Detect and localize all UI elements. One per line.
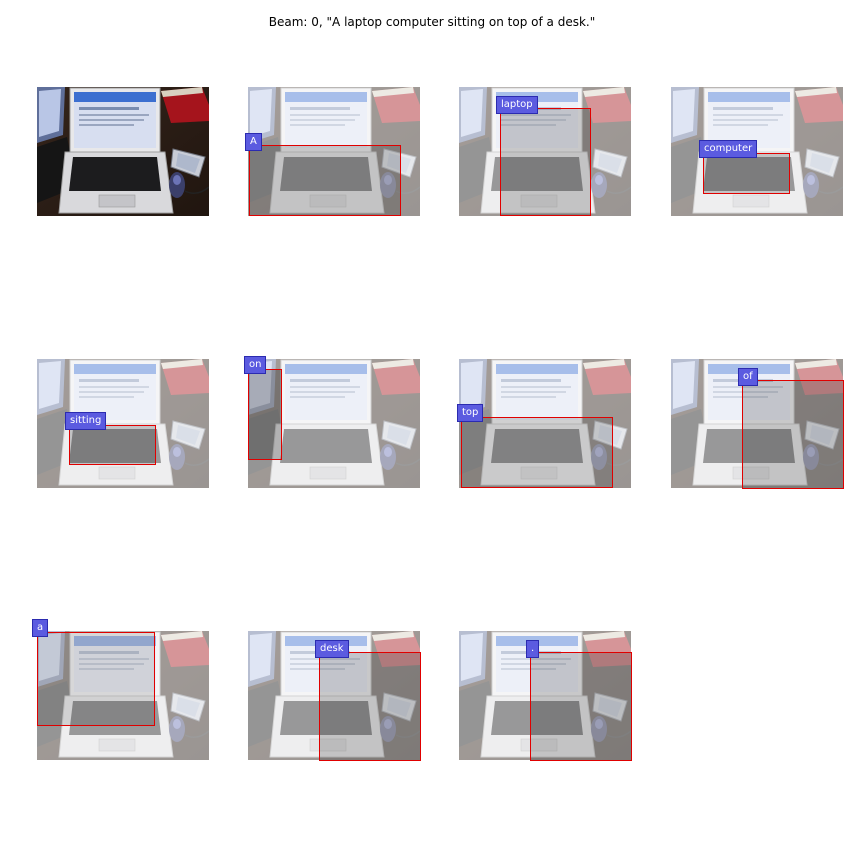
word-label: of <box>738 368 758 386</box>
panel-word-a-lower: a <box>32 619 209 760</box>
word-label: computer <box>699 140 758 158</box>
attention-box <box>37 632 155 726</box>
attention-box <box>248 369 282 460</box>
panel-word-laptop: laptop <box>459 87 631 216</box>
word-label: top <box>457 404 484 422</box>
attention-box <box>249 145 401 216</box>
panel-word-desk: desk <box>248 631 421 761</box>
panel-original <box>37 87 209 216</box>
panel-word-of: of <box>671 359 844 489</box>
panel-word-sitting: sitting <box>37 359 209 488</box>
word-label: A <box>245 133 262 151</box>
attention-box <box>319 652 421 761</box>
attention-box <box>742 380 844 489</box>
attention-box <box>530 652 632 761</box>
panel-word-period: . <box>459 631 632 761</box>
word-label: sitting <box>65 412 107 430</box>
word-label: on <box>244 356 267 374</box>
panel-word-a: A <box>245 87 420 216</box>
word-label: desk <box>315 640 349 658</box>
attention-box <box>500 108 591 216</box>
panel-word-top: top <box>457 359 631 488</box>
laptop-photo <box>37 87 209 216</box>
word-label: . <box>526 640 540 658</box>
panel-word-computer: computer <box>671 87 843 216</box>
word-label: laptop <box>496 96 538 114</box>
figure-title: Beam: 0, "A laptop computer sitting on t… <box>268 15 596 29</box>
attention-overlay <box>37 359 209 488</box>
word-label: a <box>32 619 49 637</box>
panel-word-on: on <box>244 356 420 488</box>
attention-box <box>703 153 790 194</box>
attention-box <box>461 417 613 488</box>
attention-box <box>69 425 156 465</box>
